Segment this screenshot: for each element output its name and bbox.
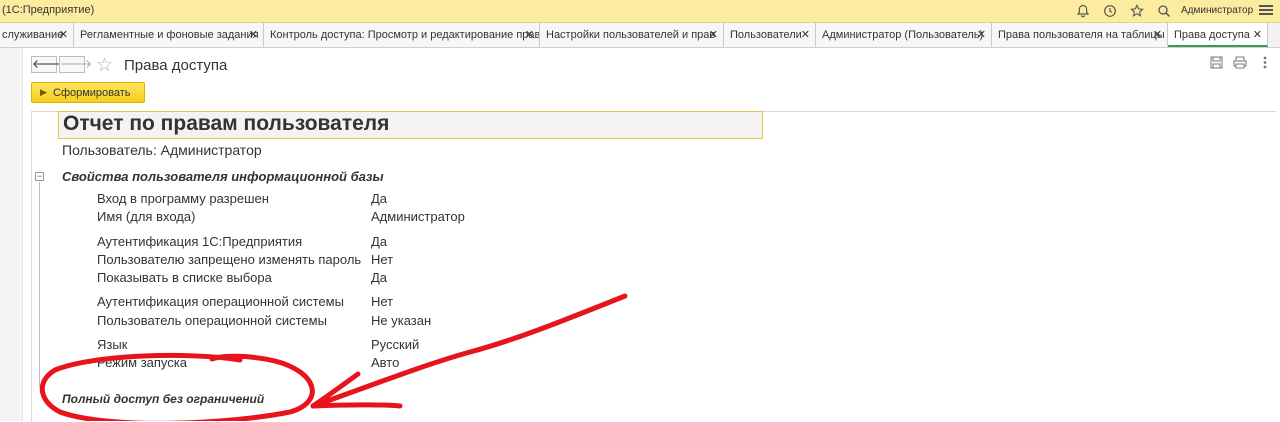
property-name: Режим запуска xyxy=(97,355,187,370)
print-icon[interactable] xyxy=(1232,56,1248,72)
tab-administrator-user[interactable]: Администратор (Пользователь) ✕ xyxy=(816,23,992,47)
play-icon: ▶ xyxy=(40,87,47,97)
property-value: Нет xyxy=(371,294,394,309)
property-value: Да xyxy=(371,234,388,249)
property-name: Пользователь операционной системы xyxy=(97,313,327,328)
star-icon[interactable] xyxy=(1129,3,1145,19)
report-title: Отчет по правам пользователя xyxy=(63,112,390,135)
title-bar: (1С:Предприятие) Администратор xyxy=(0,0,1280,23)
tab-access-control[interactable]: Контроль доступа: Просмотр и редактирова… xyxy=(264,23,540,47)
save-icon[interactable] xyxy=(1208,56,1224,72)
tab-label: служивание xyxy=(2,29,64,41)
property-name: Аутентификация 1С:Предприятия xyxy=(97,234,303,249)
menu-icon[interactable] xyxy=(1256,3,1276,19)
property-value: Да xyxy=(371,191,388,206)
back-button[interactable]: 🡐 xyxy=(31,56,64,73)
tab-label: Права пользователя на таблицы xyxy=(998,29,1165,41)
close-icon[interactable]: ✕ xyxy=(59,28,68,41)
tab-access-rights[interactable]: Права доступа ✕ xyxy=(1168,23,1268,47)
close-icon[interactable]: ✕ xyxy=(525,28,534,41)
property-name: Пользователю запрещено изменять пароль xyxy=(97,252,362,267)
current-user-name[interactable]: Администратор xyxy=(1181,5,1253,16)
property-value: Не указан xyxy=(371,313,432,328)
tab-label: Настройки пользователей и прав xyxy=(546,29,716,41)
more-actions-icon[interactable] xyxy=(1257,56,1273,72)
tab-label: Права доступа xyxy=(1174,29,1250,41)
tab-label: Администратор (Пользователь) xyxy=(822,29,984,41)
property-name: Показывать в списке выбора xyxy=(97,270,272,285)
section-title: Свойства пользователя информационной баз… xyxy=(62,169,384,184)
history-icon[interactable] xyxy=(1102,3,1118,19)
property-value: Авто xyxy=(371,355,400,370)
tab-users[interactable]: Пользователи ✕ xyxy=(724,23,816,47)
tab-scheduled-jobs[interactable]: Регламентные и фоновые задания ✕ xyxy=(74,23,264,47)
close-icon[interactable]: ✕ xyxy=(1253,28,1262,41)
property-name: Вход в программу разрешен xyxy=(97,191,269,206)
left-gutter xyxy=(0,48,23,421)
generate-button-label: Сформировать xyxy=(53,87,131,99)
forward-button[interactable]: 🡒 xyxy=(59,56,92,73)
close-icon[interactable]: ✕ xyxy=(801,28,810,41)
collapse-group-icon[interactable]: − xyxy=(35,172,44,181)
property-value: Администратор xyxy=(371,209,465,224)
tab-label: Пользователи xyxy=(730,29,802,41)
property-name: Имя (для входа) xyxy=(97,209,196,224)
favorite-star-icon[interactable]: ☆ xyxy=(96,54,113,77)
close-icon[interactable]: ✕ xyxy=(709,28,718,41)
group-line xyxy=(39,182,40,387)
page-title: Права доступа xyxy=(124,57,228,74)
close-icon[interactable]: ✕ xyxy=(1153,28,1162,41)
tab-label: Контроль доступа: Просмотр и редактирова… xyxy=(270,29,540,41)
tab-label: Регламентные и фоновые задания xyxy=(80,29,259,41)
property-name: Язык xyxy=(97,337,128,352)
report-user-line: Пользователь: Администратор xyxy=(62,142,262,158)
tab-table-rights[interactable]: Права пользователя на таблицы ✕ xyxy=(992,23,1168,47)
search-icon[interactable] xyxy=(1156,3,1172,19)
property-name: Аутентификация операционной системы xyxy=(97,294,344,309)
app-title: (1С:Предприятие) xyxy=(2,4,95,16)
property-value: Русский xyxy=(371,337,420,352)
tab-bar: служивание ✕ Регламентные и фоновые зада… xyxy=(0,23,1280,48)
generate-button[interactable]: ▶ Сформировать xyxy=(31,82,145,103)
tab-user-settings[interactable]: Настройки пользователей и прав ✕ xyxy=(540,23,724,47)
property-value: Нет xyxy=(371,252,394,267)
close-icon[interactable]: ✕ xyxy=(249,28,258,41)
arrow-right-icon: 🡒 xyxy=(60,57,93,71)
bell-icon[interactable] xyxy=(1075,3,1091,19)
tab-service[interactable]: служивание ✕ xyxy=(0,23,74,47)
property-value: Да xyxy=(371,270,388,285)
close-icon[interactable]: ✕ xyxy=(977,28,986,41)
full-access-note: Полный доступ без ограничений xyxy=(62,392,265,406)
